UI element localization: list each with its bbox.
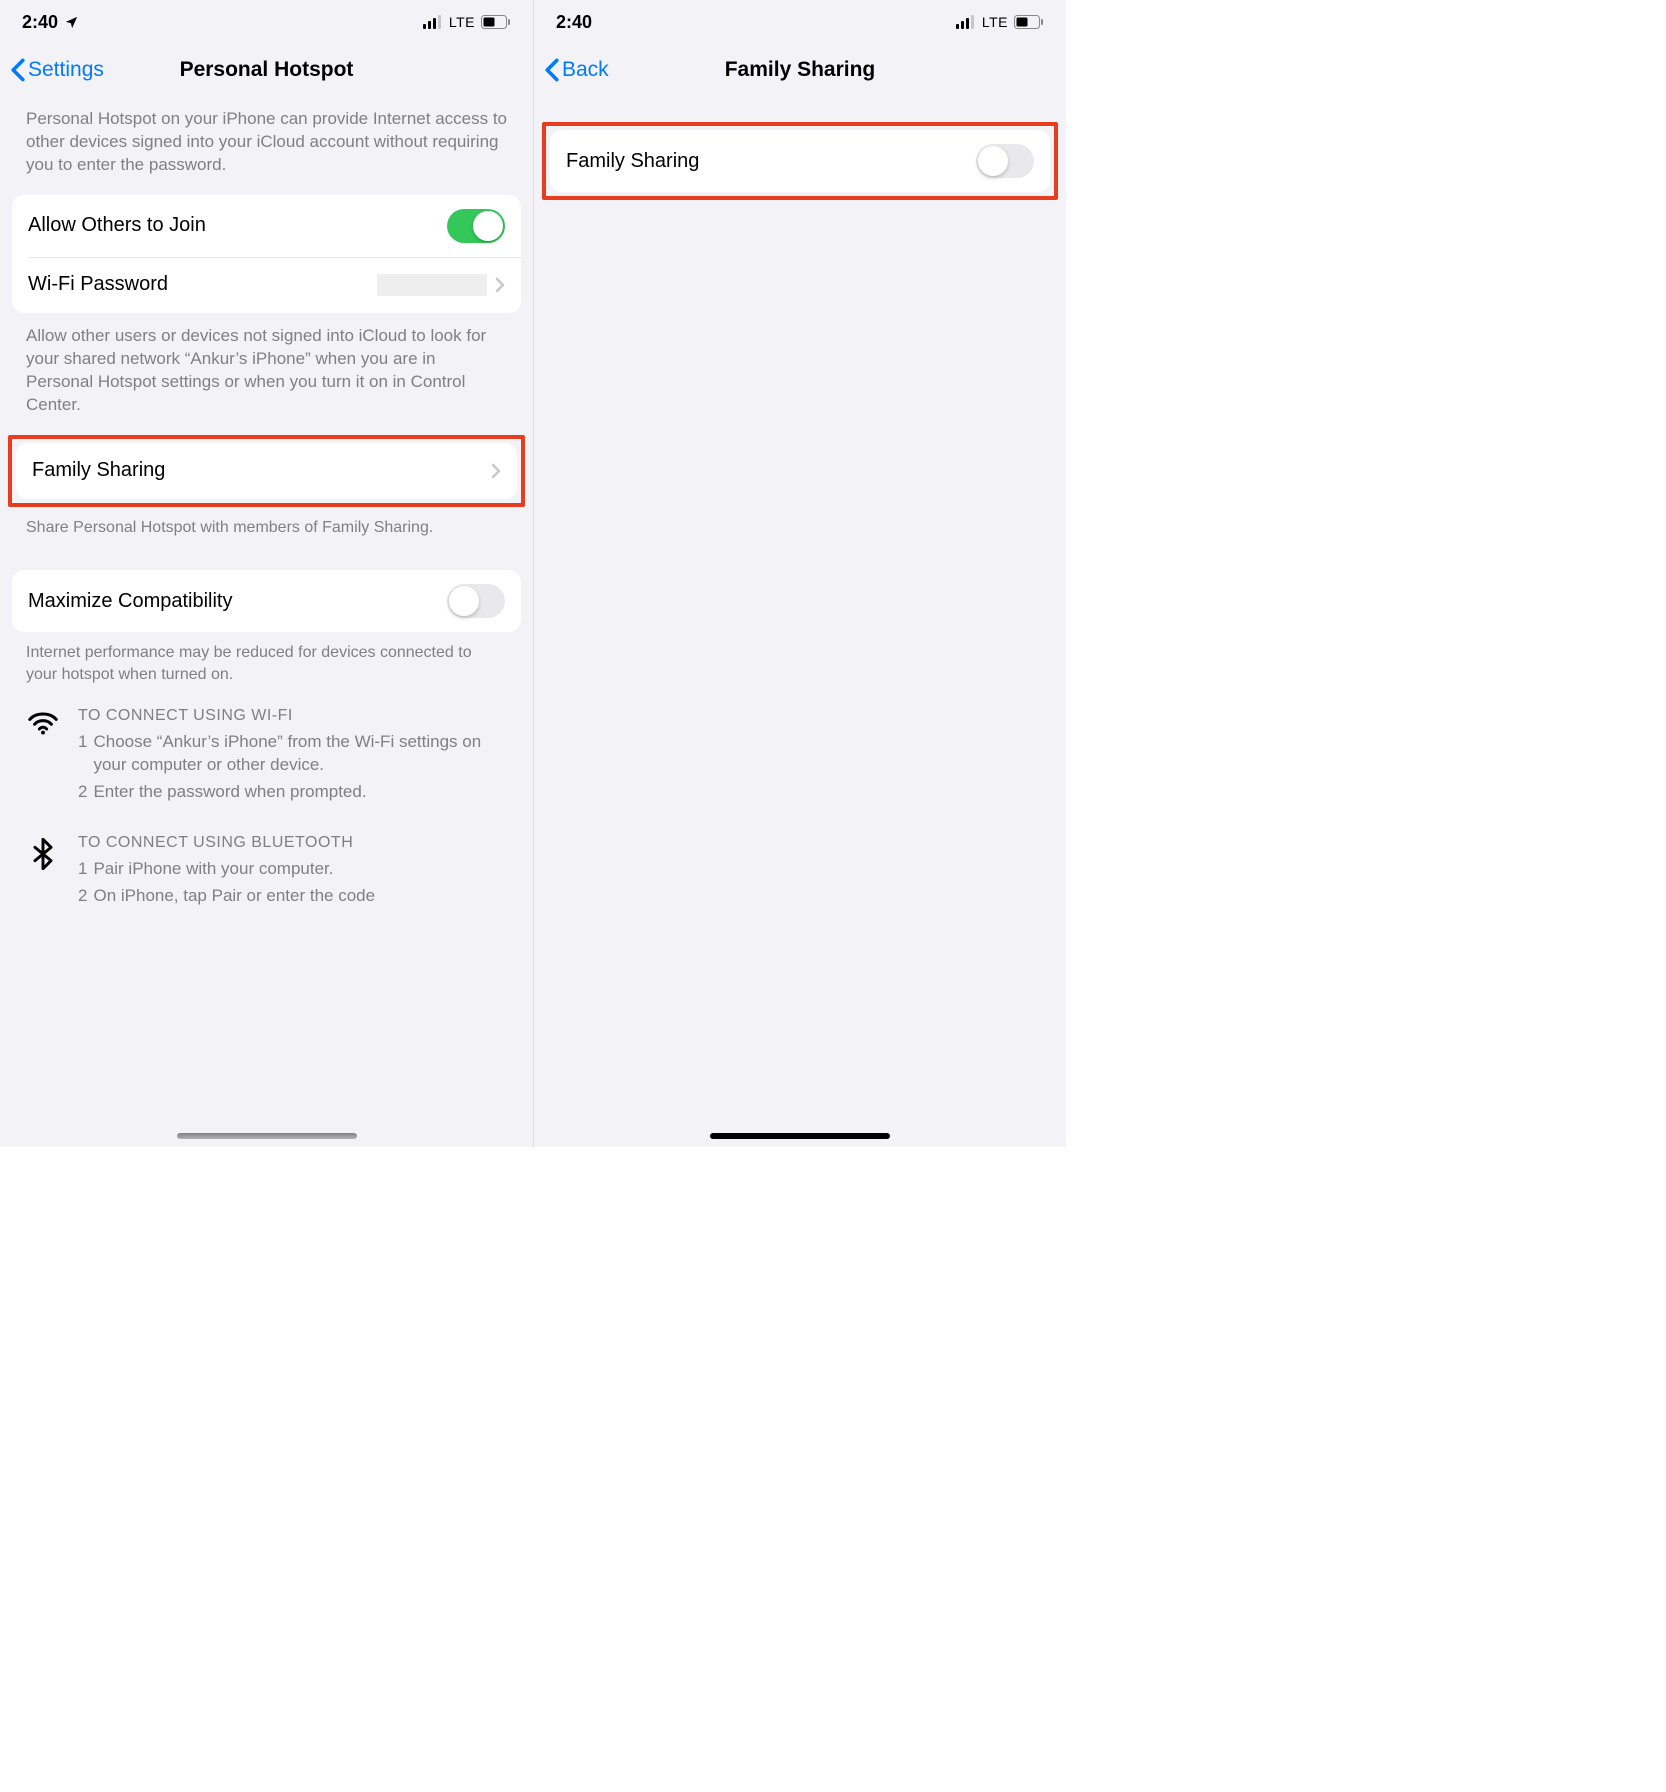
bluetooth-instructions: TO CONNECT USING BLUETOOTH 1Pair iPhone … — [0, 826, 533, 920]
row-label: Maximize Compatibility — [28, 590, 447, 613]
family-sharing-desc: Share Personal Hotspot with members of F… — [0, 507, 533, 553]
family-sharing-toggle[interactable] — [976, 144, 1034, 178]
cellular-signal-icon — [956, 15, 976, 29]
nav-bar: Settings Personal Hotspot — [0, 44, 533, 96]
chevron-left-icon — [10, 58, 26, 82]
network-type: LTE — [982, 14, 1008, 30]
maximize-toggle[interactable] — [447, 584, 505, 618]
wifi-password-value — [377, 274, 487, 296]
content: Personal Hotspot on your iPhone can prov… — [0, 96, 533, 960]
highlight-family-sharing: Family Sharing — [8, 435, 525, 507]
cellular-signal-icon — [423, 15, 443, 29]
row-family-sharing[interactable]: Family Sharing — [16, 443, 517, 499]
chevron-left-icon — [544, 58, 560, 82]
intro-text: Personal Hotspot on your iPhone can prov… — [0, 96, 533, 195]
chevron-right-icon — [491, 463, 501, 479]
group-maximize: Maximize Compatibility — [12, 570, 521, 632]
back-button[interactable]: Back — [544, 58, 609, 82]
row-maximize[interactable]: Maximize Compatibility — [12, 570, 521, 632]
network-type: LTE — [449, 14, 475, 30]
instr-step: 2Enter the password when prompted. — [78, 781, 507, 804]
allow-desc: Allow other users or devices not signed … — [0, 313, 533, 435]
row-family-sharing[interactable]: Family Sharing — [550, 130, 1050, 192]
battery-icon — [1014, 15, 1044, 29]
instr-step: 2On iPhone, tap Pair or enter the code — [78, 885, 507, 908]
row-label: Wi-Fi Password — [28, 273, 377, 296]
group-family-sharing-toggle: Family Sharing — [550, 130, 1050, 192]
group-allow-others: Allow Others to Join Wi-Fi Password — [12, 195, 521, 313]
status-time: 2:40 — [556, 12, 592, 33]
row-label: Family Sharing — [32, 459, 491, 482]
screen-family-sharing: 2:40 LTE — [533, 0, 1066, 1147]
row-wifi-password[interactable]: Wi-Fi Password — [12, 257, 521, 313]
instr-title: TO CONNECT USING BLUETOOTH — [78, 834, 507, 852]
instr-title: TO CONNECT USING WI-FI — [78, 707, 507, 725]
status-left: 2:40 — [556, 12, 592, 33]
maximize-desc: Internet performance may be reduced for … — [0, 632, 533, 699]
instr-step: 1Pair iPhone with your computer. — [78, 858, 507, 881]
home-indicator[interactable] — [710, 1133, 890, 1139]
content: Family Sharing — [534, 96, 1066, 240]
status-bar: 2:40 LTE — [0, 0, 533, 44]
battery-icon — [481, 15, 511, 29]
location-arrow-icon — [64, 15, 79, 30]
home-indicator[interactable] — [177, 1133, 357, 1139]
back-button[interactable]: Settings — [10, 58, 104, 82]
status-right: LTE — [423, 14, 511, 30]
nav-bar: Back Family Sharing — [534, 44, 1066, 96]
status-bar: 2:40 LTE — [534, 0, 1066, 44]
allow-others-toggle[interactable] — [447, 209, 505, 243]
highlight-family-sharing-toggle: Family Sharing — [542, 122, 1058, 200]
status-left: 2:40 — [22, 12, 79, 33]
chevron-right-icon — [495, 277, 505, 293]
status-time: 2:40 — [22, 12, 58, 33]
back-label: Settings — [28, 58, 104, 82]
row-label: Family Sharing — [566, 150, 976, 173]
back-label: Back — [562, 58, 609, 82]
row-allow-others[interactable]: Allow Others to Join — [12, 195, 521, 257]
screen-personal-hotspot: 2:40 LTE — [0, 0, 533, 1147]
instr-step: 1Choose “Ankur’s iPhone” from the Wi-Fi … — [78, 731, 507, 777]
status-right: LTE — [956, 14, 1044, 30]
bluetooth-icon — [26, 838, 60, 870]
group-family-sharing: Family Sharing — [16, 443, 517, 499]
wifi-instructions: TO CONNECT USING WI-FI 1Choose “Ankur’s … — [0, 699, 533, 816]
wifi-icon — [26, 711, 60, 735]
page-title: Family Sharing — [534, 58, 1066, 82]
row-label: Allow Others to Join — [28, 214, 447, 237]
